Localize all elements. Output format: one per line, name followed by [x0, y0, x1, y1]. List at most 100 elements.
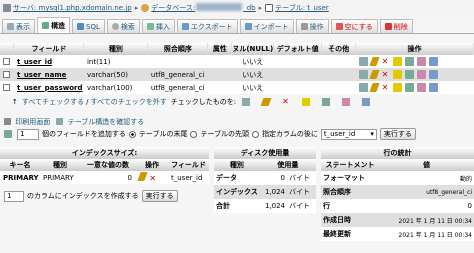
fulltext-icon[interactable] [362, 98, 371, 106]
row-checkbox[interactable] [3, 83, 11, 91]
primary-key-icon[interactable] [392, 83, 402, 92]
fulltext-icon[interactable] [428, 57, 438, 66]
column-header[interactable]: フィールド [13, 43, 85, 55]
field-name: t_user_password [13, 81, 84, 94]
index-icon[interactable] [342, 98, 351, 106]
tab-import[interactable]: インポート [239, 19, 294, 33]
field-attributes [207, 68, 232, 81]
row-checkbox[interactable] [3, 70, 11, 78]
tab-empty[interactable]: 空にする [330, 19, 378, 33]
table-icon [7, 23, 14, 30]
after-column-select[interactable]: t_user_id ▾ [320, 128, 377, 140]
field-default [273, 55, 322, 68]
column-header: 一意な値の数 [80, 159, 136, 171]
row-checkbox[interactable] [3, 57, 11, 65]
usage-value: 1,024 [259, 199, 287, 213]
uncheck-all-link[interactable]: すべてのチェックを外す [90, 97, 166, 107]
tab-label: エクスポート [190, 22, 233, 31]
field-default [273, 81, 322, 94]
column-header: キー名 [0, 159, 40, 171]
edit-icon[interactable] [368, 70, 380, 79]
indexes-title: インデックスサイズ: [0, 147, 209, 159]
index-icon[interactable] [416, 70, 426, 79]
browse-values-icon[interactable] [358, 70, 368, 79]
stat-value: 2021 年 1 月 11 日 00:34 [379, 213, 474, 227]
tab-label: 削除 [393, 22, 408, 31]
structure-icon [42, 22, 49, 29]
index-column-count-input[interactable]: 1 [4, 190, 24, 202]
tab-export[interactable]: エクスポート [176, 19, 238, 33]
breadcrumb-database-suffix: _db [243, 4, 256, 12]
wrench-icon [300, 23, 308, 30]
delete-icon[interactable]: ✕ [381, 70, 390, 79]
tab-sql[interactable]: SQL [72, 19, 105, 33]
column-header: 種別 [83, 43, 149, 55]
usage-unit: バイト [287, 171, 316, 185]
delete-icon[interactable]: ✕ [381, 57, 390, 66]
table-row: 照合順序 utf8_general_ci [321, 185, 474, 199]
tab-label: 操作 [309, 22, 324, 31]
tab-insert[interactable]: 挿入 [141, 19, 175, 33]
tab-browse[interactable]: 表示 [2, 19, 35, 33]
print-view-link[interactable]: 印刷用画面 [15, 118, 50, 126]
add-column-icon [4, 130, 12, 138]
browse-values-icon[interactable] [358, 57, 368, 66]
primary-key-icon[interactable] [302, 98, 311, 106]
tab-label: 空にする [344, 22, 373, 31]
tab-search[interactable]: 検索 [106, 19, 140, 33]
tab-drop[interactable]: 削除 [379, 19, 413, 33]
index-icon[interactable] [416, 57, 426, 66]
edit-icon[interactable] [260, 98, 272, 106]
unique-icon[interactable] [322, 98, 331, 106]
tab-bar: 表示 構造 SQL 検索 挿入 エクスポート インポート 操作 空にする 削除 [0, 17, 474, 34]
delete-icon[interactable]: ✕ [381, 83, 390, 92]
field-extra [321, 68, 356, 81]
radio-start[interactable] [190, 130, 198, 138]
primary-key-icon[interactable] [392, 70, 402, 79]
field-type: varchar(100) [83, 81, 148, 94]
edit-icon[interactable] [137, 172, 148, 181]
radio-after[interactable] [252, 130, 260, 138]
edit-icon[interactable] [368, 57, 380, 66]
column-header: ヌル(NULL) [231, 43, 275, 55]
create-index-row: 1 のカラムにインデックスを作成する 実行する [4, 190, 178, 202]
unique-icon[interactable] [404, 83, 414, 92]
primary-key-icon[interactable] [392, 57, 402, 66]
unique-icon[interactable] [404, 70, 414, 79]
add-fields-go-button[interactable]: 実行する [379, 128, 416, 140]
delete-icon[interactable]: ✕ [148, 174, 157, 183]
breadcrumb-database[interactable]: データベース: _db [151, 3, 256, 13]
breadcrumb-table[interactable]: テーブル: t_user [275, 3, 329, 13]
field-count-input[interactable]: 1 [17, 128, 39, 140]
stat-value: 0 [379, 199, 474, 213]
row-statistics-table: 行の統計 ステートメント 値 フォーマット 動的 照合順序 utf8_general… [321, 147, 474, 241]
browse-values-icon[interactable] [358, 83, 368, 92]
index-icon[interactable] [416, 83, 426, 92]
propose-structure-link[interactable]: テーブル構造を確認する [68, 118, 145, 126]
fulltext-icon[interactable] [428, 83, 438, 92]
fulltext-icon[interactable] [428, 70, 438, 79]
disk-usage-panel: ディスク使用量 種別 使用量 データ 0 バイト インデックス 1,024 バイ… [214, 147, 316, 213]
radio-end[interactable] [128, 130, 136, 138]
breadcrumb-server[interactable]: サーバ: mysql1.php.xdomain.ne.jp [13, 3, 132, 13]
row-actions: ✕ [355, 81, 474, 94]
browse-icon[interactable] [242, 98, 251, 106]
usage-type: 合計 [214, 199, 260, 213]
column-header: その他 [321, 43, 357, 55]
index-type: PRIMARY [40, 171, 80, 184]
index-field: t_user_id [168, 171, 209, 184]
column-header: 照合順序 [147, 43, 209, 55]
unique-icon[interactable] [404, 57, 414, 66]
tab-operations[interactable]: 操作 [295, 19, 329, 33]
indexes-header-row: キー名 種別 一意な値の数 操作 フィールド [0, 159, 209, 171]
create-index-go-button[interactable]: 実行する [141, 190, 178, 202]
field-name: t_user_name [13, 68, 84, 81]
row-actions: ✕ [355, 55, 474, 68]
edit-icon[interactable] [368, 83, 380, 92]
insert-icon [146, 23, 154, 30]
table-icon [265, 4, 274, 12]
check-all-link[interactable]: すべてチェックする [22, 97, 84, 107]
structure-header-row: フィールド 種別 照合順序 属性 ヌル(NULL) デフォルト値 その他 操作 [0, 43, 474, 55]
delete-icon[interactable]: ✕ [282, 98, 290, 106]
tab-structure[interactable]: 構造 [37, 17, 70, 33]
